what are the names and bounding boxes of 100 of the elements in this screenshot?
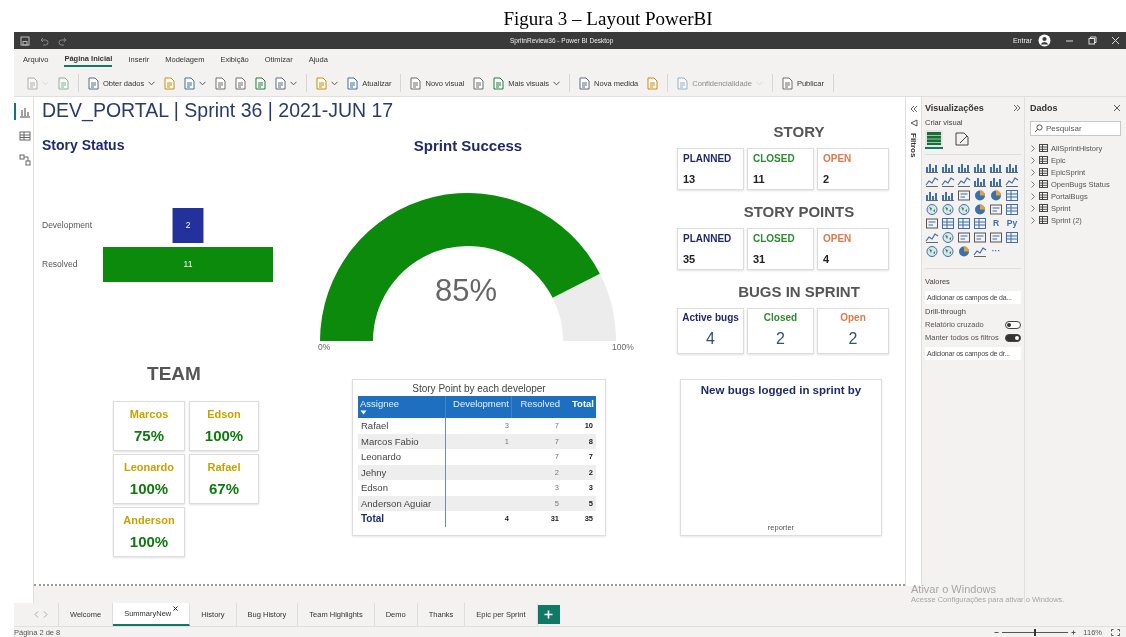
line-chart-icon[interactable] [957, 175, 971, 188]
table-cell: Leonardo [358, 449, 446, 465]
table-icon [1039, 180, 1048, 188]
bar-chart-icon[interactable] [973, 175, 987, 188]
card-icon[interactable] [989, 203, 1003, 216]
restore-icon[interactable] [1088, 36, 1097, 45]
toolbar-button[interactable] [275, 75, 298, 91]
card-icon[interactable] [957, 231, 971, 244]
expand-icon[interactable] [1013, 104, 1021, 112]
line-chart-icon[interactable] [973, 245, 987, 258]
caret-icon [290, 80, 298, 86]
slider-thumb[interactable] [1034, 628, 1037, 636]
bar-chart-icon[interactable] [925, 189, 939, 202]
bar-chart-icon[interactable] [1005, 161, 1019, 174]
line-chart-icon[interactable] [1005, 175, 1019, 188]
card-icon[interactable] [989, 231, 1003, 244]
globe-icon[interactable] [925, 245, 939, 258]
filters-tab[interactable]: Filtros [909, 133, 918, 158]
table-cell: Anderson Aguiar [358, 495, 446, 511]
line-chart-icon[interactable] [925, 175, 939, 188]
toggle-switch[interactable] [1005, 333, 1021, 342]
visual-type-button[interactable]: Py [1005, 217, 1019, 230]
document-icon [473, 76, 485, 90]
add-page-button[interactable] [537, 605, 560, 624]
bar-chart-icon[interactable] [989, 175, 1003, 188]
document-icon [164, 76, 176, 90]
kpi-label: CLOSED [753, 233, 796, 244]
toolbar-button[interactable] [316, 75, 339, 91]
visual-type-button[interactable]: R [989, 217, 1003, 230]
kpi-value: 2 [848, 330, 858, 348]
close-icon[interactable] [173, 606, 179, 611]
member-score: 100% [129, 532, 169, 550]
kpi-value: 4 [823, 253, 831, 265]
toggle-switch[interactable] [1005, 320, 1021, 329]
visual-type-button[interactable]: ··· [989, 245, 1003, 258]
minus-icon[interactable] [994, 629, 1000, 635]
bar-chart-icon[interactable] [925, 161, 939, 174]
column-header[interactable]: Assignee [358, 396, 446, 418]
toolbar-button[interactable] [235, 75, 247, 91]
bar-chart-icon[interactable] [957, 161, 971, 174]
globe-icon[interactable] [941, 245, 955, 258]
build-tab[interactable] [953, 130, 971, 149]
card-icon[interactable] [925, 217, 939, 230]
globe-icon[interactable] [957, 203, 971, 216]
globe-icon[interactable] [941, 203, 955, 216]
column-header[interactable]: Total [562, 396, 596, 418]
table-cell: Rafael [358, 418, 446, 434]
table-icon [1039, 156, 1048, 164]
collapse-icon[interactable] [909, 105, 918, 113]
toolbar-button[interactable] [215, 75, 227, 91]
member-name: Anderson [123, 514, 175, 527]
globe-icon[interactable] [925, 203, 939, 216]
table-cell: Marcos Fabio [358, 433, 446, 449]
bar-chart-icon[interactable] [973, 161, 987, 174]
column-header[interactable]: Development [446, 396, 512, 418]
visual-title: Story Point by each developer [411, 382, 547, 396]
line-chart-icon[interactable] [925, 231, 939, 244]
undo-icon[interactable] [39, 35, 49, 46]
toolbar-button[interactable] [184, 75, 207, 91]
toolbar-button[interactable] [473, 75, 485, 91]
build-tab[interactable] [925, 130, 943, 149]
table-icon[interactable] [1005, 203, 1019, 216]
document-icon [255, 76, 267, 90]
pie-chart-icon[interactable] [973, 203, 987, 216]
table-icon [1039, 216, 1048, 224]
document-icon [347, 76, 359, 90]
table-icon [1039, 144, 1048, 152]
plus-icon[interactable] [1071, 629, 1077, 635]
table-icon[interactable] [973, 217, 987, 230]
caret-icon [199, 80, 207, 86]
member-name: Edson [207, 408, 241, 421]
pie-chart-icon[interactable] [973, 189, 987, 202]
table-icon[interactable] [1005, 189, 1019, 202]
document-icon [235, 76, 247, 90]
category-label: Development [42, 220, 93, 230]
globe-icon[interactable] [941, 231, 955, 244]
close-icon[interactable] [1113, 104, 1121, 112]
redo-icon[interactable] [58, 35, 68, 46]
table-icon[interactable] [1005, 231, 1019, 244]
bar-chart-icon[interactable] [989, 161, 1003, 174]
fit-page-icon[interactable] [1111, 628, 1120, 636]
table-icon[interactable] [957, 217, 971, 230]
card-icon[interactable] [957, 189, 971, 202]
table-icon[interactable] [941, 217, 955, 230]
kpi-label: Open [840, 312, 866, 323]
toolbar-button[interactable] [255, 75, 267, 91]
avatar-icon[interactable] [1038, 34, 1051, 47]
line-chart-icon[interactable] [941, 175, 955, 188]
save-icon[interactable] [20, 35, 30, 46]
bar-chart-icon[interactable] [941, 189, 955, 202]
bar-chart-icon[interactable] [941, 161, 955, 174]
card-icon[interactable] [973, 231, 987, 244]
gauge-max-label: 100% [612, 342, 634, 352]
section-heading: STORY POINTS [742, 202, 855, 222]
pie-chart-icon[interactable] [989, 189, 1003, 202]
member-score: 100% [129, 479, 169, 497]
pane-title: Dados [1030, 103, 1058, 113]
search-field[interactable]: Pesquisar [1030, 121, 1121, 136]
column-header[interactable]: Resolved [512, 396, 562, 418]
pie-chart-icon[interactable] [957, 245, 971, 258]
